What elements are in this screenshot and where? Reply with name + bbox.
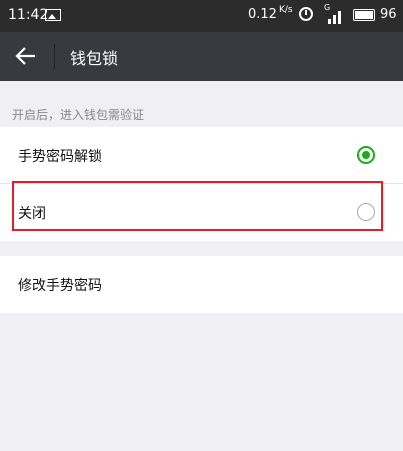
- actions-group: 修改手势密码: [0, 256, 403, 313]
- page-title: 钱包锁: [70, 49, 119, 68]
- toolbar-divider: [54, 44, 55, 69]
- option-label: 手势密码解锁: [18, 149, 102, 165]
- battery-level: 96: [380, 7, 397, 22]
- network-speed: 0.12: [248, 7, 277, 22]
- section-hint: 开启后，进入钱包需验证: [12, 108, 145, 122]
- lock-options-group: 手势密码解锁 关闭: [0, 127, 403, 241]
- network-speed-unit: K/s: [279, 5, 293, 15]
- action-label: 修改手势密码: [18, 278, 102, 294]
- toolbar: 钱包锁: [0, 32, 403, 81]
- signal-icon: G: [322, 3, 344, 24]
- alarm-icon: [299, 7, 313, 21]
- option-off[interactable]: 关闭: [0, 184, 403, 241]
- option-gesture-unlock[interactable]: 手势密码解锁: [0, 127, 403, 184]
- arrow-left-icon[interactable]: [14, 45, 38, 67]
- battery-icon: [353, 9, 375, 21]
- radio-unchecked-icon[interactable]: [357, 203, 375, 221]
- image-icon: [45, 9, 61, 21]
- radio-checked-icon[interactable]: [357, 146, 375, 164]
- option-label: 关闭: [18, 206, 46, 222]
- status-time: 11:42: [8, 7, 49, 23]
- modify-gesture-password-item[interactable]: 修改手势密码: [0, 256, 403, 313]
- status-bar: 11:42 0.12 K/s G 96: [0, 0, 403, 32]
